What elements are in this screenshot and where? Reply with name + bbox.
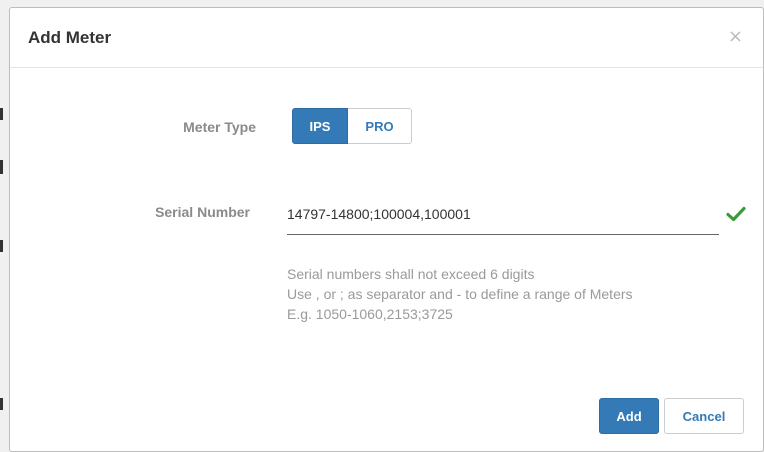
serial-number-label: Serial Number <box>155 204 250 220</box>
add-button[interactable]: Add <box>599 398 659 434</box>
dialog-header: Add Meter × <box>10 8 763 68</box>
cancel-button[interactable]: Cancel <box>664 398 744 434</box>
serial-help-text: Serial numbers shall not exceed 6 digits… <box>287 264 633 324</box>
help-line: Use , or ; as separator and - to define … <box>287 286 633 302</box>
help-line: Serial numbers shall not exceed 6 digits <box>287 266 535 282</box>
close-icon[interactable]: × <box>728 28 743 46</box>
background-edge-mark <box>0 108 3 120</box>
background-edge-mark <box>0 398 3 410</box>
meter-type-toggle: IPS PRO <box>292 108 412 144</box>
background-edge-mark <box>0 240 3 252</box>
meter-type-label: Meter Type <box>183 119 256 135</box>
meter-type-option-pro[interactable]: PRO <box>348 108 412 144</box>
help-line: E.g. 1050-1060,2153;3725 <box>287 306 453 322</box>
background-edge-mark <box>0 160 3 174</box>
add-meter-dialog: Add Meter × Meter Type IPS PRO Serial Nu… <box>9 7 764 452</box>
check-icon <box>726 206 746 222</box>
meter-type-option-ips[interactable]: IPS <box>292 108 348 144</box>
dialog-title: Add Meter <box>28 28 112 47</box>
serial-number-input[interactable] <box>287 199 719 235</box>
